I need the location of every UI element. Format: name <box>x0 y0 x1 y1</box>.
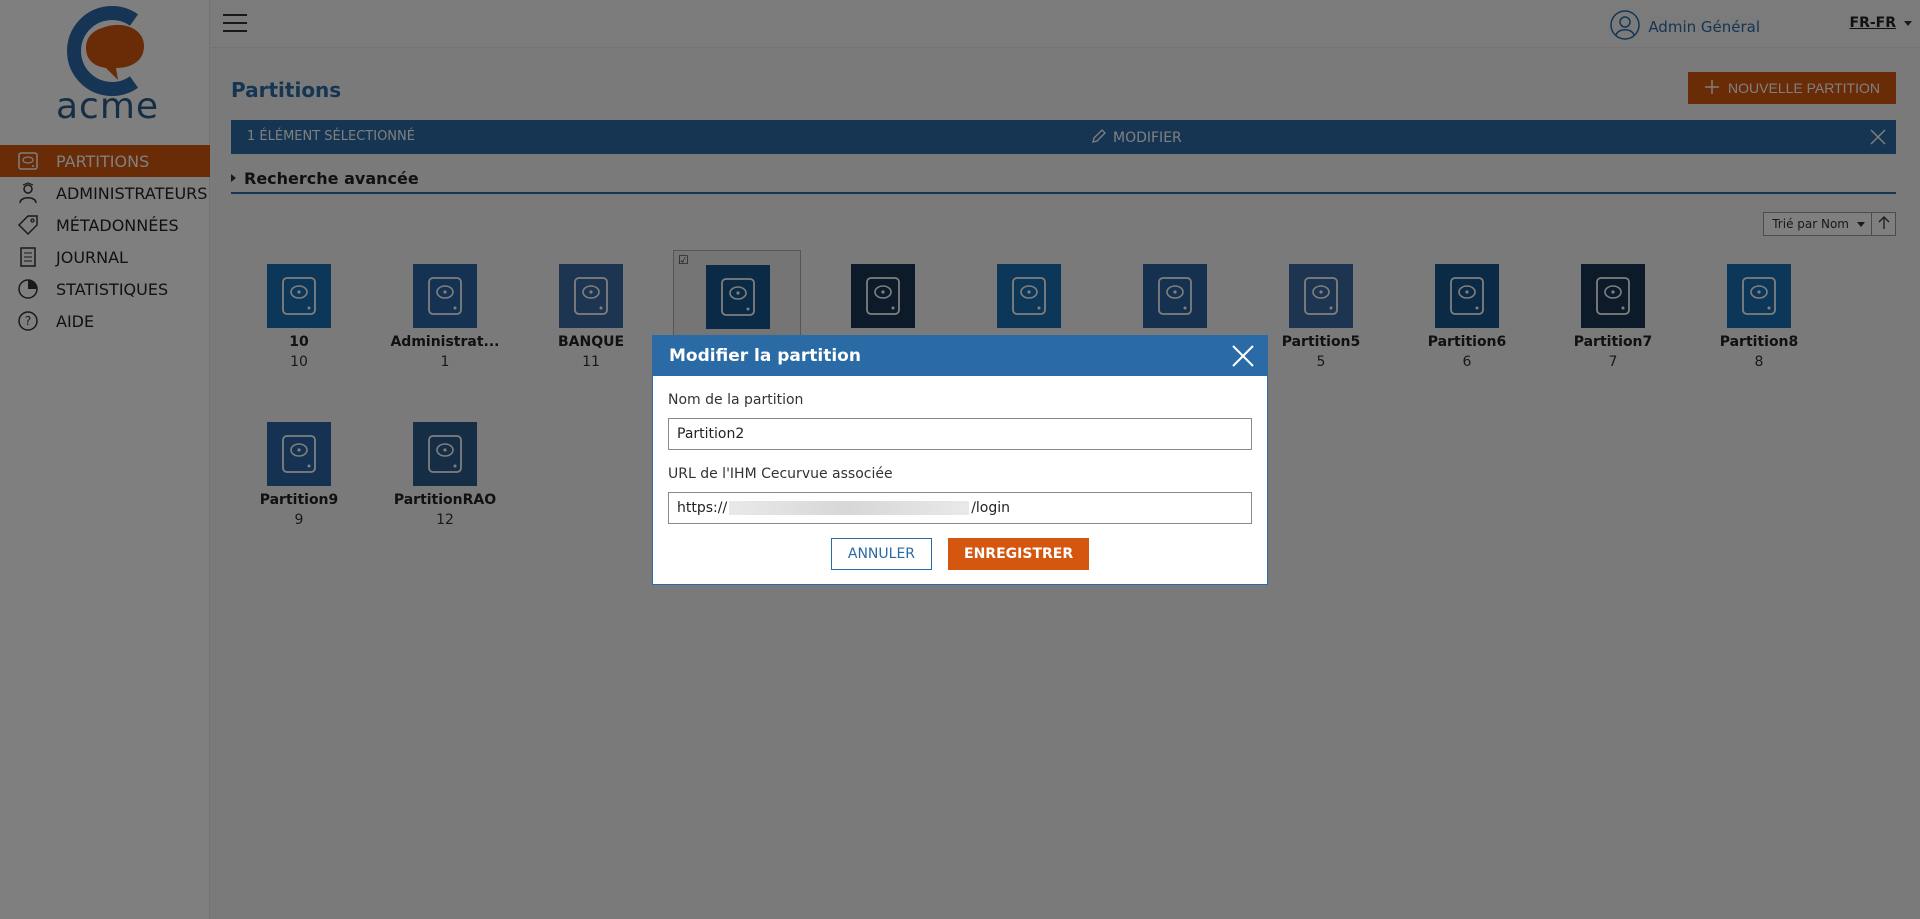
redacted-text <box>729 501 970 515</box>
url-suffix: /login <box>971 500 1011 516</box>
dialog-header: Modifier la partition <box>653 336 1267 376</box>
close-icon[interactable] <box>1231 344 1255 368</box>
cancel-button[interactable]: ANNULER <box>830 538 933 570</box>
partition-name-label: Nom de la partition <box>668 392 804 408</box>
partition-name-input[interactable] <box>668 418 1252 450</box>
url-prefix: https:// <box>677 500 728 516</box>
dialog-title: Modifier la partition <box>669 346 861 366</box>
save-button[interactable]: ENREGISTRER <box>948 538 1090 570</box>
dialog-actions: ANNULER ENREGISTRER <box>668 538 1252 570</box>
dialog-body: Nom de la partition URL de l'IHM Cecurvu… <box>653 376 1267 570</box>
url-input[interactable]: https:// /login <box>668 492 1252 524</box>
edit-partition-dialog: Modifier la partition Nom de la partitio… <box>652 335 1268 585</box>
url-label: URL de l'IHM Cecurvue associée <box>668 466 893 482</box>
